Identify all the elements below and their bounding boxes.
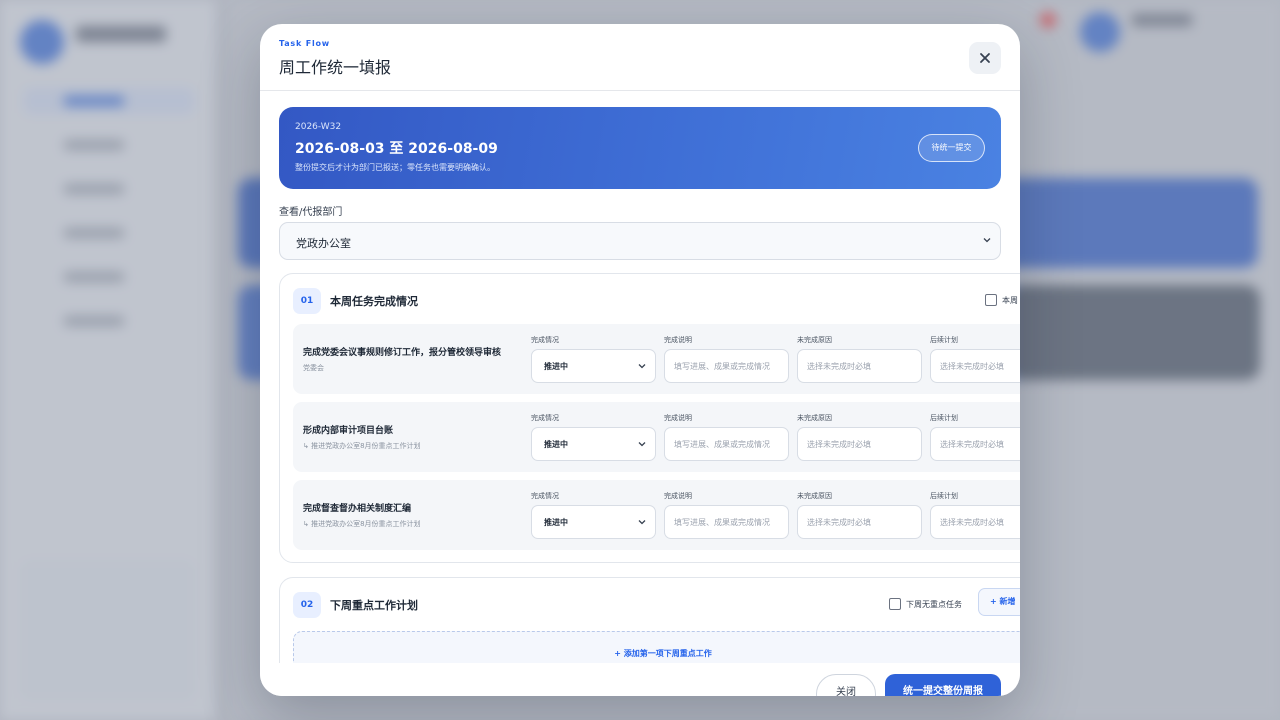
section-title: 下周重点工作计划: [330, 599, 418, 612]
description-placeholder: 填写进展、成果或完成情况: [674, 440, 770, 449]
close-modal-button[interactable]: 关闭: [816, 674, 876, 696]
status-select[interactable]: 推进中: [531, 505, 656, 539]
section-number: 01: [293, 288, 321, 314]
plan-input[interactable]: 选择未完成时必填: [930, 505, 1020, 539]
submit-report-button[interactable]: 统一提交整份周报: [885, 674, 1001, 696]
reason-input[interactable]: 选择未完成时必填: [797, 505, 922, 539]
department-select[interactable]: 党政办公室: [279, 222, 1001, 260]
checkbox-label: 本周: [1002, 295, 1018, 305]
description-placeholder: 填写进展、成果或完成情况: [674, 362, 770, 371]
plan-placeholder: 选择未完成时必填: [940, 440, 1004, 449]
plan-label: 后续计划: [930, 492, 958, 500]
department-label: 查看/代报部门: [279, 207, 343, 218]
modal-title: 周工作统一填报: [279, 58, 392, 77]
section-number: 02: [293, 592, 321, 618]
status-select[interactable]: 推进中: [531, 349, 656, 383]
section-title: 本周任务完成情况: [330, 295, 418, 308]
reason-placeholder: 选择未完成时必填: [807, 362, 871, 371]
description-label: 完成说明: [664, 414, 692, 422]
plan-label: 后续计划: [930, 336, 958, 344]
week-summary-card: 2026-W32 2026-08-03 至 2026-08-09 整份提交后才计…: [279, 107, 1001, 189]
week-note: 整份提交后才计为部门已报送；零任务也需要明确确认。: [295, 163, 495, 172]
plan-placeholder: 选择未完成时必填: [940, 518, 1004, 527]
no-task-checkbox[interactable]: 本周: [985, 294, 1018, 306]
plan-input[interactable]: 选择未完成时必填: [930, 427, 1020, 461]
description-input[interactable]: 填写进展、成果或完成情况: [664, 427, 789, 461]
reason-placeholder: 选择未完成时必填: [807, 440, 871, 449]
task-name: 完成党委会议事规则修订工作，报分管校领导审核: [303, 348, 502, 358]
reason-input[interactable]: 选择未完成时必填: [797, 349, 922, 383]
checkbox-label: 下周无重点任务: [906, 599, 962, 609]
task-row: 形成内部审计项目台账 ↳ 推进党政办公室8月份重点工作计划 完成情况 推进中 完…: [293, 402, 1020, 472]
task-source: ↳ 推进党政办公室8月份重点工作计划: [303, 442, 421, 450]
description-placeholder: 填写进展、成果或完成情况: [674, 518, 770, 527]
week-code: 2026-W32: [295, 122, 342, 132]
description-label: 完成说明: [664, 492, 692, 500]
checkbox-box[interactable]: [889, 598, 901, 610]
plan-input[interactable]: 选择未完成时必填: [930, 349, 1020, 383]
status-badge: 待统一提交: [918, 134, 985, 162]
close-icon: [980, 53, 990, 63]
checkbox-box[interactable]: [985, 294, 997, 306]
description-label: 完成说明: [664, 336, 692, 344]
task-source: ↳ 推进党政办公室8月份重点工作计划: [303, 520, 421, 528]
week-range: 2026-08-03 至 2026-08-09: [295, 141, 498, 157]
task-source: 党委会: [303, 364, 324, 372]
no-next-week-task-checkbox[interactable]: 下周无重点任务: [889, 598, 962, 610]
add-first-task-label: + 添加第一项下周重点工作: [614, 649, 712, 658]
next-week-plan-section: 02 下周重点工作计划 下周无重点任务 + 新增 + 添加第一项下周重点工作: [279, 577, 1020, 663]
reason-label: 未完成原因: [797, 336, 832, 344]
task-name: 完成督查督办相关制度汇编: [303, 504, 412, 514]
status-label: 完成情况: [531, 492, 559, 500]
brand-label: Task Flow: [279, 39, 330, 48]
department-selected-value: 党政办公室: [296, 237, 351, 250]
this-week-tasks-section: 01 本周任务完成情况 本周 完成党委会议事规则修订工作，报分管校领导审核 党委…: [279, 273, 1020, 563]
chevron-down-icon: [983, 238, 991, 243]
status-label: 完成情况: [531, 414, 559, 422]
add-first-task-button[interactable]: + 添加第一项下周重点工作: [293, 631, 1020, 663]
add-task-button[interactable]: + 新增: [978, 588, 1020, 616]
chevron-down-icon: [638, 520, 646, 525]
close-button[interactable]: [969, 42, 1001, 74]
reason-placeholder: 选择未完成时必填: [807, 518, 871, 527]
plan-placeholder: 选择未完成时必填: [940, 362, 1004, 371]
chevron-down-icon: [638, 442, 646, 447]
weekly-report-modal: Task Flow 周工作统一填报 2026-W32 2026-08-03 至 …: [260, 24, 1020, 696]
status-value: 推进中: [544, 440, 568, 449]
modal-header: Task Flow 周工作统一填报: [260, 24, 1020, 91]
reason-label: 未完成原因: [797, 492, 832, 500]
status-value: 推进中: [544, 362, 568, 371]
status-label: 完成情况: [531, 336, 559, 344]
reason-input[interactable]: 选择未完成时必填: [797, 427, 922, 461]
plan-label: 后续计划: [930, 414, 958, 422]
task-row: 完成督查督办相关制度汇编 ↳ 推进党政办公室8月份重点工作计划 完成情况 推进中…: [293, 480, 1020, 550]
description-input[interactable]: 填写进展、成果或完成情况: [664, 349, 789, 383]
chevron-down-icon: [638, 364, 646, 369]
modal-body[interactable]: 2026-W32 2026-08-03 至 2026-08-09 整份提交后才计…: [260, 91, 1020, 663]
reason-label: 未完成原因: [797, 414, 832, 422]
status-select[interactable]: 推进中: [531, 427, 656, 461]
task-name: 形成内部审计项目台账: [303, 426, 394, 436]
status-value: 推进中: [544, 518, 568, 527]
task-row: 完成党委会议事规则修订工作，报分管校领导审核 党委会 完成情况 推进中 完成说明…: [293, 324, 1020, 394]
description-input[interactable]: 填写进展、成果或完成情况: [664, 505, 789, 539]
